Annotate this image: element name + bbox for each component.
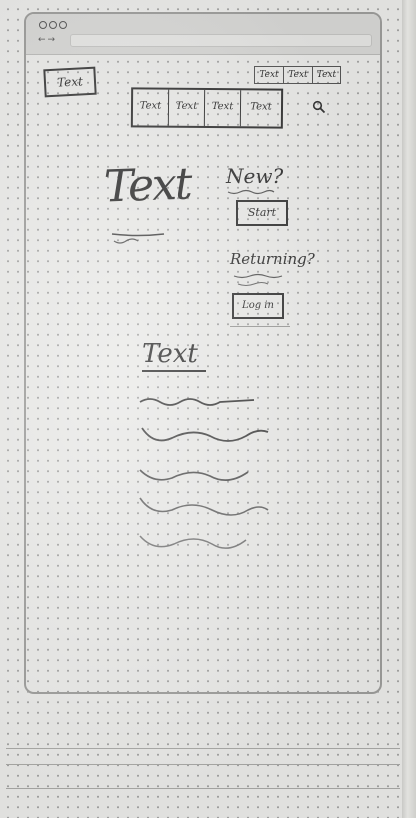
title-bar: ←→ — [26, 14, 380, 55]
top-link-3[interactable]: Text — [312, 67, 341, 83]
close-window-icon[interactable] — [39, 21, 47, 29]
section-heading: Text — [142, 338, 206, 372]
top-link-1[interactable]: Text — [254, 67, 283, 83]
returning-user-label: Returning? — [230, 250, 315, 268]
menu-item-3[interactable]: Text — [204, 89, 242, 127]
maximize-window-icon[interactable] — [59, 21, 67, 29]
menu-item-4[interactable]: Text — [241, 90, 281, 126]
hero-underline — [111, 233, 165, 244]
top-links-nav: Text Text Text — [254, 66, 341, 84]
login-underline — [230, 326, 290, 327]
placeholder-text-lines — [139, 398, 269, 549]
main-menu: Text Text Text Text — [130, 87, 284, 129]
back-arrow-icon[interactable]: ← — [38, 35, 48, 45]
paper-edge — [402, 0, 416, 818]
minimize-window-icon[interactable] — [49, 21, 57, 29]
address-bar[interactable] — [70, 34, 372, 47]
login-button[interactable]: Log in — [232, 293, 284, 319]
menu-item-1[interactable]: Text — [132, 89, 170, 126]
notebook-ruled-lines — [0, 740, 406, 818]
notebook-page: ←→ Text Text Text Text Text Text Text Te… — [0, 0, 406, 818]
window-controls[interactable] — [39, 21, 67, 29]
new-user-label: New? — [226, 164, 284, 188]
search-icon[interactable] — [312, 100, 326, 114]
logo-label: Text — [56, 74, 84, 90]
menu-item-2[interactable]: Text — [168, 89, 206, 126]
new-user-underline — [227, 189, 275, 195]
logo-box[interactable]: Text — [43, 66, 97, 98]
hero-title: Text — [103, 158, 192, 213]
top-link-2[interactable]: Text — [283, 67, 312, 83]
returning-user-underline — [233, 273, 283, 287]
start-button[interactable]: Start — [236, 200, 288, 226]
nav-arrows[interactable]: ←→ — [38, 35, 57, 45]
forward-arrow-icon[interactable]: → — [48, 35, 58, 45]
